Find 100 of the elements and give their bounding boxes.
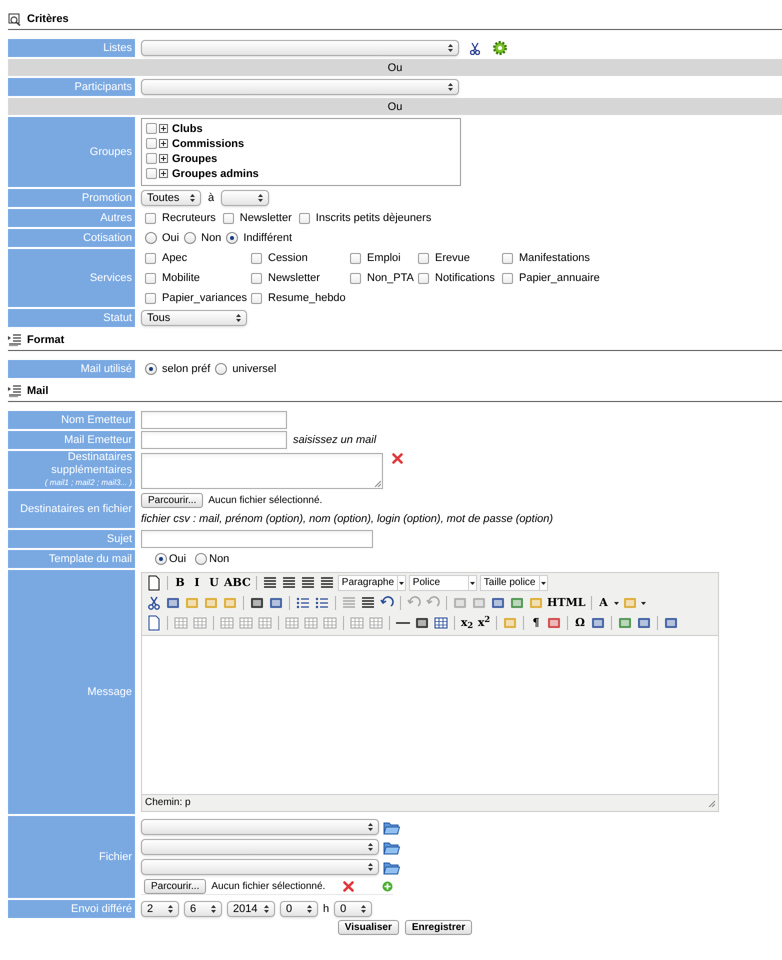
radio-button[interactable] [145,232,157,244]
dropdown[interactable] [221,190,270,206]
folder-icon[interactable] [383,840,400,854]
checkbox[interactable] [298,212,310,224]
numbered-list-icon[interactable] [314,595,330,611]
expand-icon[interactable] [159,139,168,148]
tree-item-label[interactable]: Groupes [172,152,218,166]
field-label: Promotion [82,192,132,204]
toolbar-dropdown[interactable]: Paragraphe [338,575,406,591]
expand-icon[interactable] [159,169,168,178]
checkbox[interactable] [146,168,157,179]
checkbox[interactable] [146,138,157,149]
radio-button[interactable] [215,363,228,375]
dropdown[interactable] [141,79,459,95]
checkbox-label: Mobilite [162,271,200,285]
time-separator: h [323,902,330,916]
visual-aid-icon[interactable] [433,615,449,631]
checkbox[interactable] [350,272,361,284]
caret-icon[interactable] [640,602,646,604]
edit-document-icon[interactable] [146,615,162,631]
expand-icon[interactable] [159,124,168,133]
text-input-field[interactable] [141,530,373,548]
toolbar-glyph[interactable]: ABC [224,576,251,590]
dropdown[interactable]: 0 [334,901,372,917]
checkbox[interactable] [350,252,361,264]
browse-button[interactable]: Parcourir... [144,879,206,894]
field-label: Sujet [106,532,132,546]
field-label: Statut [103,312,132,324]
dropdown-arrows-icon [236,314,241,322]
checkbox-label: Resume_hebdo [268,291,346,305]
checkbox[interactable] [145,292,156,304]
dropdown[interactable]: Toutes [141,190,201,206]
radio-label: Oui [162,231,180,245]
dropdown[interactable]: 2014 [227,901,275,917]
dropdown-arrows-icon [368,823,373,831]
new-document-icon[interactable] [146,575,162,591]
cut-icon[interactable] [146,595,162,611]
toolbar-glyph[interactable]: ¶ [529,616,543,630]
expand-icon[interactable] [159,154,168,163]
bullet-list-icon[interactable] [295,595,311,611]
text-input-field[interactable] [141,431,287,449]
text-input-field[interactable] [141,453,383,489]
file-status: Aucun fichier sélectionné. [211,880,326,894]
field-label: Message [87,686,132,698]
checkbox[interactable] [251,292,262,304]
checkbox[interactable] [145,212,156,224]
toolbar-glyph[interactable]: x$^{2}$ [477,616,491,630]
dropdown[interactable]: 0 [280,901,318,917]
field-label: Fichier [98,850,132,864]
toolbar-glyph[interactable]: U [207,576,221,590]
dropdown[interactable]: 6 [184,901,222,917]
caret-icon[interactable] [614,602,618,604]
gear-icon[interactable] [492,40,508,56]
checkbox[interactable] [418,252,429,264]
checkbox[interactable] [146,123,157,134]
dropdown-arrows-icon [168,905,173,913]
tree-item-label[interactable]: Commissions [172,136,244,150]
toolbar-glyph[interactable]: I [190,576,204,590]
radio-button[interactable] [184,232,196,244]
toolbar-glyph[interactable]: B [173,576,187,590]
toolbar-dropdown[interactable]: Taille police [480,575,548,591]
checkbox[interactable] [251,272,262,284]
checkbox[interactable] [251,252,262,264]
toolbar-dropdown[interactable]: Police [408,575,477,591]
toolbar-glyph[interactable]: HTML [547,596,586,610]
section-title: Critères [27,12,69,26]
folder-icon[interactable] [383,860,400,874]
checkbox[interactable] [222,212,234,224]
toolbar-glyph[interactable]: x$_{2}$ [460,616,474,630]
form-button[interactable]: Enregistrer [404,920,472,935]
dropdown[interactable]: Tous [141,310,247,326]
checkbox[interactable] [418,272,429,284]
field-label: Mail Emetteur [64,434,132,446]
field-label: Cotisation [83,232,132,244]
checkbox[interactable] [502,252,513,264]
add-icon[interactable] [382,881,394,892]
radio-button[interactable] [145,363,157,375]
checkbox-label: Inscrits petits dèjeuners [316,211,432,225]
tree-item-label[interactable]: Clubs [172,122,203,136]
toolbar-glyph[interactable]: A [596,596,610,610]
close-icon[interactable] [392,453,403,464]
close-icon[interactable] [343,881,354,892]
checkbox[interactable] [146,153,157,164]
form-button[interactable]: Visualiser [338,920,399,935]
resize-grip-icon[interactable] [708,800,715,806]
browse-button[interactable]: Parcourir... [141,493,204,508]
folder-icon[interactable] [383,820,400,834]
dropdown[interactable]: 2 [141,901,179,917]
dropdown[interactable] [141,40,459,56]
checkbox[interactable] [502,272,513,284]
checkbox[interactable] [145,252,156,264]
scissors-icon[interactable] [470,42,480,54]
checkbox[interactable] [145,272,156,284]
toolbar-glyph[interactable]: Ω [573,616,587,630]
radio-button[interactable] [155,553,167,565]
radio-button[interactable] [226,232,238,244]
resize-grip-icon [374,480,381,487]
text-input-field[interactable] [141,411,287,429]
radio-button[interactable] [195,553,208,565]
tree-item-label[interactable]: Groupes admins [172,166,259,180]
